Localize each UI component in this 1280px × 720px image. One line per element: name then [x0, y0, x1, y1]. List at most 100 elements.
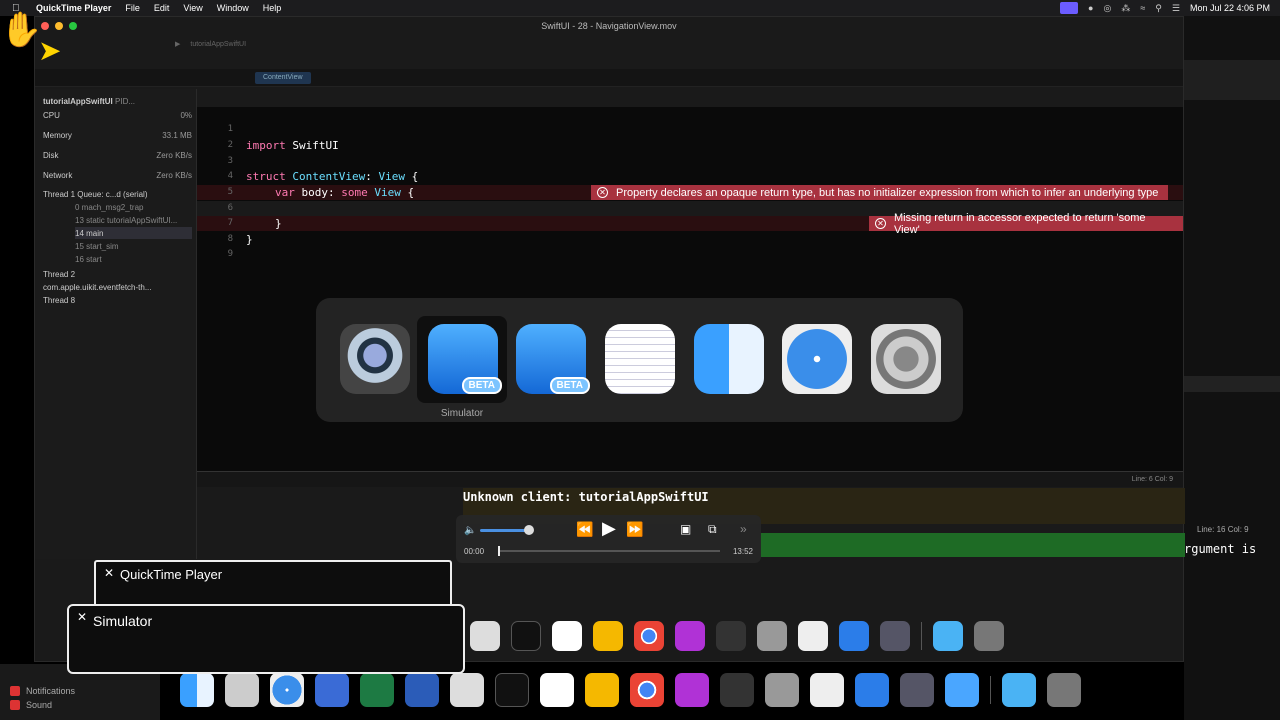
- picture-in-picture-icon[interactable]: ⧉: [708, 522, 717, 537]
- settings-icon[interactable]: [757, 621, 787, 651]
- excel-icon[interactable]: [360, 673, 394, 707]
- system-settings-icon[interactable]: [871, 324, 941, 394]
- preview-icon[interactable]: [470, 621, 500, 651]
- volume-slider[interactable]: [480, 529, 530, 532]
- window-title: SwiftUI - 28 - NavigationView.mov: [541, 21, 677, 31]
- sketch-icon[interactable]: [593, 621, 623, 651]
- finder-icon[interactable]: [694, 324, 764, 394]
- app-store-dock-icon[interactable]: [540, 673, 574, 707]
- code-line: 2 import SwiftUI: [197, 138, 1183, 153]
- menu-help[interactable]: Help: [263, 3, 282, 13]
- airplay-icon[interactable]: ▣: [680, 522, 691, 536]
- textedit-dock-icon[interactable]: [798, 621, 828, 651]
- quicktime-dock-icon-2[interactable]: [900, 673, 934, 707]
- sidebar-item-sound[interactable]: Sound: [0, 698, 160, 712]
- menu-app-name[interactable]: QuickTime Player: [36, 3, 111, 13]
- playhead[interactable]: [498, 546, 500, 556]
- menu-window[interactable]: Window: [217, 3, 249, 13]
- textedit-icon[interactable]: [605, 324, 675, 394]
- wifi-icon[interactable]: ≈: [1140, 3, 1145, 13]
- no-entry-app-icon[interactable]: [315, 673, 349, 707]
- menu-edit[interactable]: Edit: [154, 3, 170, 13]
- iphone-mirroring-icon[interactable]: [716, 621, 746, 651]
- thread-row: Thread 8: [43, 294, 192, 306]
- close-icon[interactable]: ✕: [77, 610, 87, 624]
- play-button[interactable]: ▶: [602, 518, 616, 539]
- control-center-icon[interactable]: ☰: [1172, 3, 1180, 14]
- keyword: struct: [246, 170, 286, 183]
- feedback-dock-icon[interactable]: [675, 673, 709, 707]
- menu-file[interactable]: File: [125, 3, 140, 13]
- clock[interactable]: Mon Jul 22 4:06 PM: [1190, 3, 1270, 13]
- safari-icon[interactable]: [782, 324, 852, 394]
- close-icon[interactable]: ✕: [104, 566, 114, 580]
- gauge-cpu: CPU 0%: [43, 109, 192, 121]
- rewind-button[interactable]: ⏪: [576, 521, 593, 538]
- trash-dock-icon[interactable]: [1047, 673, 1081, 707]
- settings-dock-icon[interactable]: [765, 673, 799, 707]
- feedback-icon[interactable]: [675, 621, 705, 651]
- menu-view[interactable]: View: [183, 3, 202, 13]
- sketch-dock-icon[interactable]: [585, 673, 619, 707]
- share-icon[interactable]: »: [740, 522, 747, 536]
- quicktime-dock-icon[interactable]: [880, 621, 910, 651]
- textedit-dock-icon-2[interactable]: [810, 673, 844, 707]
- window-preview-simulator[interactable]: ✕ Simulator: [67, 604, 465, 674]
- sidebar-item-notifications[interactable]: Notifications: [0, 684, 160, 698]
- debug-bar: Line: 6 Col: 9: [197, 471, 1183, 487]
- terminal-dock-icon[interactable]: [495, 673, 529, 707]
- iphone-mirroring-dock-icon[interactable]: [720, 673, 754, 707]
- beta-badge: BETA: [461, 377, 502, 394]
- xcode-toolbar: ▶ tutorialAppSwiftUI: [35, 35, 1183, 53]
- downloads-folder-icon[interactable]: [933, 621, 963, 651]
- minimize-window-button[interactable]: [55, 22, 63, 30]
- window-controls: [41, 22, 77, 30]
- simulator-dock-icon[interactable]: [945, 673, 979, 707]
- volume-icon[interactable]: 🔈: [464, 525, 476, 536]
- word-icon[interactable]: [405, 673, 439, 707]
- simulator-icon[interactable]: BETA: [428, 324, 502, 394]
- volume-knob[interactable]: [524, 525, 534, 535]
- downloads-dock-icon[interactable]: [1002, 673, 1036, 707]
- chrome-dock-icon[interactable]: [630, 673, 664, 707]
- terminal-icon[interactable]: [511, 621, 541, 651]
- progress-track[interactable]: [498, 550, 720, 552]
- code-text: }: [275, 217, 282, 230]
- fast-forward-button[interactable]: ⏩: [626, 521, 643, 538]
- frame-label: 16 start: [75, 254, 102, 264]
- line-number: 7: [227, 218, 233, 228]
- quicktime-icon[interactable]: [340, 324, 410, 394]
- code-line: 9: [197, 247, 1183, 262]
- record-icon[interactable]: ●: [1088, 3, 1093, 13]
- finder-dock-icon[interactable]: [180, 673, 214, 707]
- frame-row-selected: 14 main: [75, 227, 192, 239]
- app-store-icon[interactable]: [552, 621, 582, 651]
- xcode-icon[interactable]: BETA: [516, 324, 590, 394]
- process-row: tutorialAppSwiftUI PID...: [43, 95, 192, 107]
- search-icon[interactable]: ⚲: [1155, 3, 1162, 14]
- chrome-icon[interactable]: [634, 621, 664, 651]
- trash-icon[interactable]: [974, 621, 1004, 651]
- gauge-value: Zero KB/s: [156, 150, 192, 160]
- bluetooth-icon[interactable]: ⁂: [1121, 3, 1130, 14]
- safari-dock-icon[interactable]: [270, 673, 304, 707]
- line-number: 9: [227, 249, 233, 259]
- frame-row: 0 mach_msg2_trap: [75, 201, 192, 213]
- line-number: 5: [227, 187, 233, 197]
- xcode-dock-icon[interactable]: [839, 621, 869, 651]
- zoom-window-button[interactable]: [69, 22, 77, 30]
- window-titlebar: SwiftUI - 28 - NavigationView.mov: [35, 17, 1183, 35]
- type-name: View: [378, 170, 405, 183]
- preview-dock-icon[interactable]: [450, 673, 484, 707]
- airdrop-icon[interactable]: ◎: [1103, 3, 1111, 14]
- xcode-dock-icon-2[interactable]: [855, 673, 889, 707]
- dock-separator: [921, 622, 922, 650]
- frame-label: 13 static tutorialAppSwiftUI...: [75, 215, 178, 225]
- screen-mirroring-icon[interactable]: [1060, 2, 1079, 14]
- error-annotation[interactable]: ✕ Missing return in accessor expected to …: [869, 212, 1183, 236]
- window-preview-quicktime[interactable]: ✕ QuickTime Player: [94, 560, 452, 608]
- selected-app-label: Simulator: [440, 408, 484, 419]
- launchpad-icon[interactable]: [225, 673, 259, 707]
- error-annotation[interactable]: ✕ Property declares an opaque return type…: [591, 185, 1169, 200]
- thread-row: Thread 1 Queue: c...d (serial): [43, 188, 192, 200]
